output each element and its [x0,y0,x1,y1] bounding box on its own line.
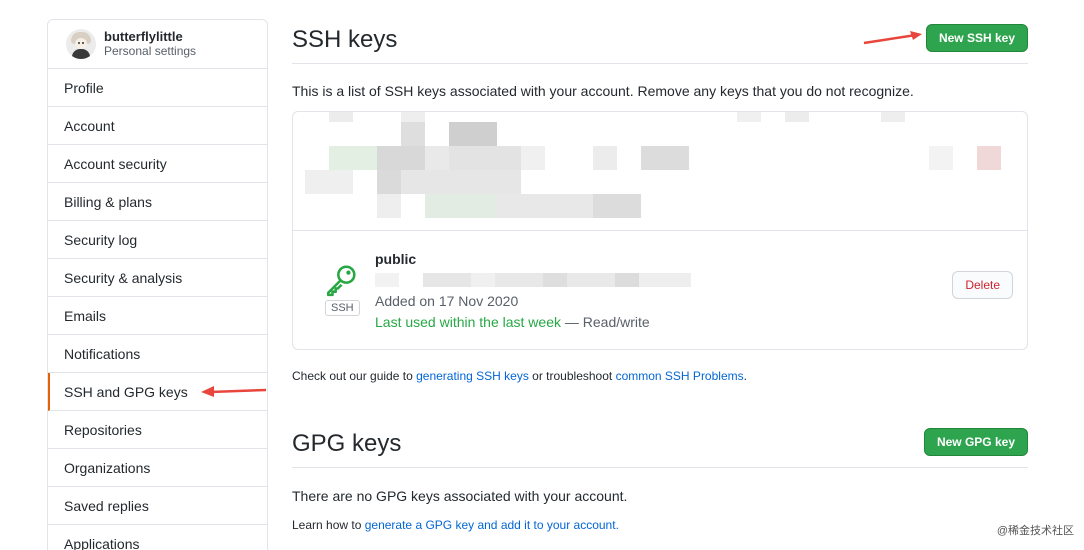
sidebar-item-label: Account security [64,155,167,172]
redacted-key-area [305,112,1015,230]
redacted-fingerprint [375,273,691,287]
gpg-keys-header: GPG keys New GPG key [292,424,1028,468]
gpg-keys-title: GPG keys [292,430,402,457]
sidebar-item-applications[interactable]: Applications [48,525,267,550]
last-used-text: Last used within the last week [375,314,561,330]
sidebar-item-security-analysis[interactable]: Security & analysis [48,259,267,297]
avatar [66,29,96,59]
sidebar-item-billing[interactable]: Billing & plans [48,183,267,221]
sidebar-item-organizations[interactable]: Organizations [48,449,267,487]
key-icon [324,263,358,300]
key-access: — Read/write [564,314,650,330]
key-added-date: Added on 17 Nov 2020 [375,293,519,309]
profile-header[interactable]: butterflylittle Personal settings [48,20,267,69]
watermark: @稀金技术社区 [996,525,1074,537]
gpg-keys-description: There are no GPG keys associated with yo… [292,488,628,504]
sidebar-item-account[interactable]: Account [48,107,267,145]
sidebar-item-label: Emails [64,307,107,324]
sidebar-item-label: Billing & plans [64,193,152,210]
ssh-keys-description: This is a list of SSH keys associated wi… [292,83,914,99]
settings-sidebar: butterflylittle Personal settings Profil… [47,19,268,550]
generating-ssh-keys-link[interactable]: generating SSH keys [416,369,529,383]
ssh-guide-note: Check out our guide to generating SSH ke… [292,369,747,383]
ssh-key-item: SSH public Added on 17 Nov 2020 Last use… [293,230,1027,349]
username[interactable]: butterflylittle [104,29,196,44]
sidebar-item-saved-replies[interactable]: Saved replies [48,487,267,525]
sidebar-item-label: Security log [64,231,138,248]
sidebar-item-profile[interactable]: Profile [48,69,267,107]
sidebar-item-label: Organizations [64,459,151,476]
key-title: public [375,251,417,267]
guide-prefix: Check out our guide to [292,369,413,383]
new-gpg-key-button[interactable]: New GPG key [923,428,1028,456]
sidebar-item-label: Saved replies [64,497,149,514]
sidebar-item-label: Account [64,117,115,134]
common-ssh-problems-link[interactable]: common SSH Problems [616,369,744,383]
sidebar-item-emails[interactable]: Emails [48,297,267,335]
sidebar-item-notifications[interactable]: Notifications [48,335,267,373]
gpg-learn-note: Learn how to generate a GPG key and add … [292,518,619,532]
key-type-label: SSH [325,300,360,316]
new-ssh-key-button[interactable]: New SSH key [925,24,1028,52]
profile-subtitle: Personal settings [104,44,197,58]
sidebar-item-account-security[interactable]: Account security [48,145,267,183]
guide-middle: or troubleshoot [532,369,613,383]
sidebar-item-security-log[interactable]: Security log [48,221,267,259]
annotation-arrow-icon [201,386,267,397]
ssh-keys-header: SSH keys New SSH key [292,20,1028,64]
learn-suffix: . [615,518,619,532]
delete-key-button[interactable]: Delete [952,271,1013,299]
sidebar-item-label: Security & analysis [64,269,183,286]
sidebar-item-label: SSH and GPG keys [64,383,188,400]
generate-gpg-key-link[interactable]: generate a GPG key and add it to your ac… [365,518,616,532]
learn-prefix: Learn how to [292,518,362,532]
ssh-key-list: SSH public Added on 17 Nov 2020 Last use… [292,111,1028,350]
sidebar-item-label: Profile [64,79,104,96]
sidebar-item-label: Repositories [64,421,142,438]
sidebar-item-label: Notifications [64,345,141,362]
ssh-keys-title: SSH keys [292,26,398,53]
key-last-used: Last used within the last week — Read/wr… [375,314,650,330]
sidebar-item-label: Applications [64,535,140,550]
guide-suffix: . [743,369,747,383]
sidebar-item-repositories[interactable]: Repositories [48,411,267,449]
